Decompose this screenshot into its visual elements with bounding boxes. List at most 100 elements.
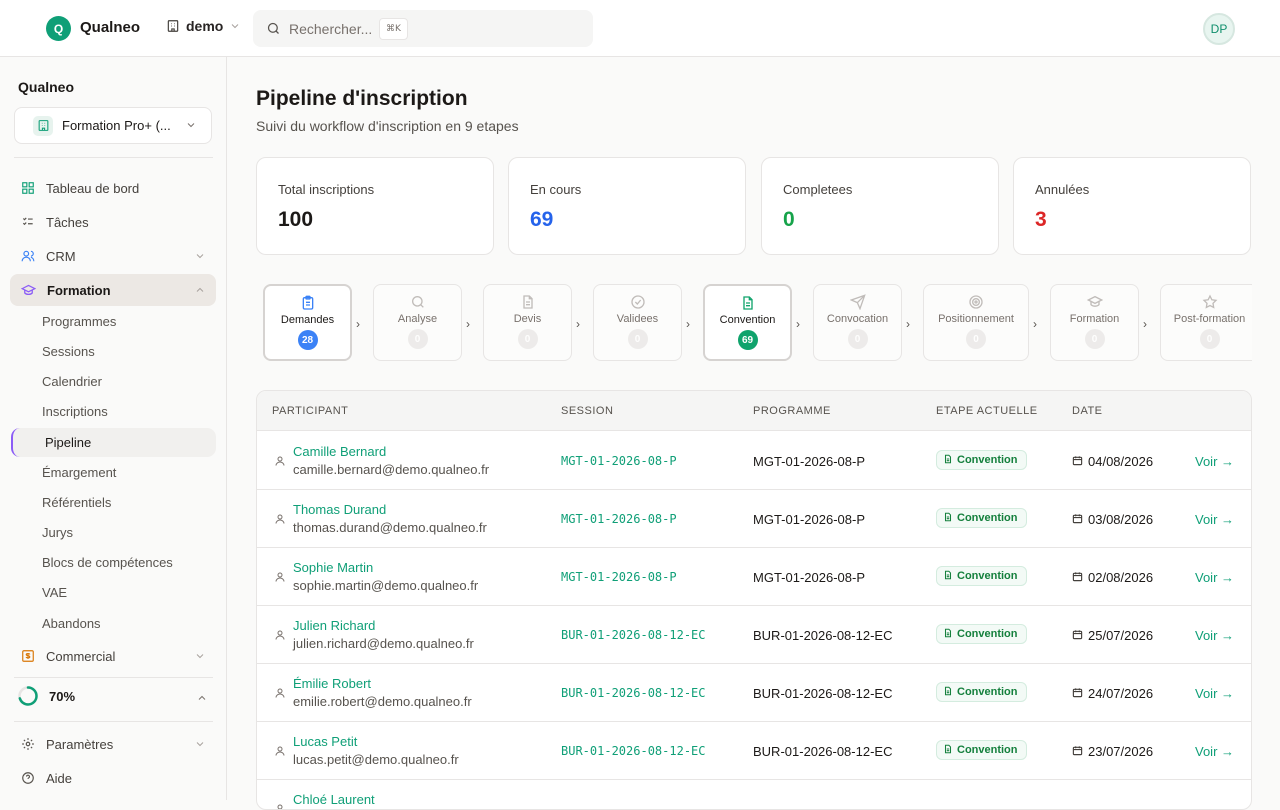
column-header: DATE	[1072, 405, 1103, 417]
user-icon	[274, 802, 286, 809]
sidebar-subitem-blocs-competences[interactable]: Blocs de compétences	[42, 555, 173, 570]
session-link[interactable]: MGT-01-2026-08-P	[561, 454, 677, 468]
brand-name[interactable]: Qualneo	[80, 19, 140, 36]
step-label: Post-formation	[1173, 313, 1246, 325]
table-row[interactable]: Émilie Robert emilie.robert@demo.qualneo.…	[257, 664, 1251, 722]
app-logo[interactable]: Q	[46, 16, 71, 41]
workspace-selector[interactable]: Formation Pro+ (...	[14, 107, 212, 144]
sidebar-item-crm[interactable]: CRM	[10, 240, 216, 272]
sidebar-subitem-referentiels[interactable]: Référentiels	[42, 495, 111, 510]
divider	[14, 677, 213, 678]
sidebar-subitem-sessions[interactable]: Sessions	[42, 344, 95, 359]
sidebar-item-label: Aide	[46, 770, 73, 786]
sidebar-item-commercial[interactable]: Commercial	[10, 640, 216, 672]
view-link[interactable]: Voir →	[1195, 512, 1234, 527]
participant-name[interactable]: Émilie Robert	[293, 676, 371, 691]
sidebar-subitem-programmes[interactable]: Programmes	[42, 314, 116, 329]
participant-name[interactable]: Lucas Petit	[293, 734, 357, 749]
calendar-icon	[1072, 570, 1083, 585]
sidebar-item-tableau-de-bord[interactable]: Tableau de bord	[10, 172, 216, 204]
file-text-icon	[740, 294, 756, 312]
column-header: SESSION	[561, 405, 614, 417]
table-row[interactable]: Camille Bernard camille.bernard@demo.qual…	[257, 432, 1251, 490]
participant-email: julien.richard@demo.qualneo.fr	[293, 636, 474, 651]
chevron-down-icon	[187, 123, 195, 128]
table-row[interactable]: Julien Richard julien.richard@demo.qualne…	[257, 606, 1251, 664]
user-avatar[interactable]: DP	[1203, 13, 1235, 45]
step-devis[interactable]: Devis 0	[483, 284, 572, 361]
table-row[interactable]: Sophie Martin sophie.martin@demo.qualneo.…	[257, 548, 1251, 606]
chevron-down-icon	[196, 742, 204, 747]
org-switcher[interactable]: demo	[166, 18, 241, 34]
programme-cell: BUR-01-2026-08-12-EC	[753, 628, 893, 643]
sidebar-subitem-jurys[interactable]: Jurys	[42, 525, 73, 540]
participant-name[interactable]: Sophie Martin	[293, 560, 373, 575]
sidebar-item-formation[interactable]: Formation	[10, 274, 216, 306]
chevron-right-icon: ›	[906, 317, 910, 331]
file-icon	[520, 293, 536, 311]
divider	[14, 721, 213, 722]
sidebar-item-parametres[interactable]: Paramètres	[10, 728, 216, 760]
participant-name[interactable]: Julien Richard	[293, 618, 375, 633]
sidebar-item-taches[interactable]: Tâches	[10, 206, 216, 238]
progress-label: 70%	[49, 688, 76, 704]
session-link[interactable]: BUR-01-2026-08-12-EC	[561, 628, 706, 642]
user-icon	[274, 512, 286, 528]
programme-cell: BUR-01-2026-08-12-EC	[753, 686, 893, 701]
chevron-up-icon[interactable]	[196, 692, 208, 704]
sidebar-subitem-calendrier[interactable]: Calendrier	[42, 374, 102, 389]
view-link[interactable]: Voir →	[1195, 454, 1234, 469]
graduation-cap-icon	[1086, 293, 1103, 311]
session-link[interactable]: MGT-01-2026-08-P	[561, 512, 677, 526]
search-icon	[410, 293, 426, 311]
chevron-right-icon: ›	[1033, 317, 1037, 331]
stat-value: 0	[783, 208, 795, 231]
step-post-formation[interactable]: Post-formation 0	[1160, 284, 1252, 361]
sidebar-subitem-emargement[interactable]: Émargement	[42, 465, 116, 480]
view-link[interactable]: Voir →	[1195, 686, 1234, 701]
view-link[interactable]: Voir →	[1195, 744, 1234, 759]
step-analyse[interactable]: Analyse 0	[373, 284, 462, 361]
user-icon	[274, 628, 286, 644]
programme-cell: MGT-01-2026-08-P	[753, 454, 865, 469]
table-row[interactable]: Lucas Petit lucas.petit@demo.qualneo.fr BU…	[257, 722, 1251, 780]
session-link[interactable]: MGT-01-2026-08-P	[561, 570, 677, 584]
onboarding-progress[interactable]: 70%	[17, 685, 75, 707]
session-link[interactable]: BUR-01-2026-08-12-EC	[561, 744, 706, 758]
search-input[interactable]	[289, 20, 377, 37]
step-label: Analyse	[397, 313, 438, 325]
sidebar-subitem-vae[interactable]: VAE	[42, 585, 67, 600]
step-label: Formation	[1069, 313, 1120, 325]
participant-name[interactable]: Camille Bernard	[293, 444, 386, 459]
table-row[interactable]: Chloé Laurent	[257, 780, 1251, 809]
participant-name[interactable]: Thomas Durand	[293, 502, 386, 517]
step-convocation[interactable]: Convocation 0	[813, 284, 902, 361]
step-formation[interactable]: Formation 0	[1050, 284, 1139, 361]
session-link[interactable]: BUR-01-2026-08-12-EC	[561, 686, 706, 700]
step-count-badge: 0	[1199, 329, 1220, 349]
step-convention[interactable]: Convention 69	[703, 284, 792, 361]
stage-badge: Convention	[936, 624, 1027, 644]
chevron-down-icon	[231, 24, 239, 29]
sidebar-subitem-pipeline[interactable]: Pipeline	[11, 428, 216, 457]
sidebar-subitem-abandons[interactable]: Abandons	[42, 616, 101, 631]
sidebar-item-aide[interactable]: Aide	[10, 762, 216, 794]
help-icon	[22, 772, 34, 784]
chevron-right-icon: ›	[356, 317, 360, 331]
view-link[interactable]: Voir →	[1195, 628, 1234, 643]
stat-value: 69	[530, 208, 554, 231]
search-shortcut: ⌘K	[379, 17, 408, 40]
file-icon	[943, 744, 953, 757]
chevron-right-icon: ›	[576, 317, 580, 331]
org-name: demo	[186, 18, 224, 34]
step-validees[interactable]: Validees 0	[593, 284, 682, 361]
step-demandes[interactable]: Demandes 28	[263, 284, 352, 361]
date-cell: 04/08/2026	[1072, 454, 1153, 469]
sidebar-subitem-inscriptions[interactable]: Inscriptions	[42, 404, 108, 419]
step-count-badge: 28	[297, 330, 318, 350]
view-link[interactable]: Voir →	[1195, 570, 1234, 585]
table-row[interactable]: Thomas Durand thomas.durand@demo.qualneo.…	[257, 490, 1251, 548]
search-bar[interactable]: ⌘K	[253, 10, 593, 47]
step-positionnement[interactable]: Positionnement 0	[923, 284, 1029, 361]
step-count-badge: 0	[966, 329, 986, 349]
